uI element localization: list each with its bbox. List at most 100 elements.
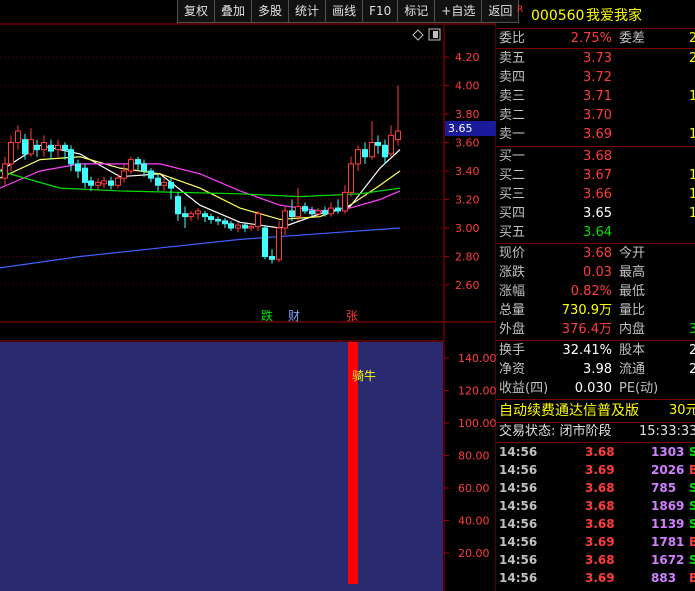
indicator-axis-label: 60.00 [458,482,490,495]
candle-body [208,216,214,220]
ask-price: 3.72 [583,70,612,85]
candle-body [295,206,301,218]
tick-row: 14:56 3.68 1869 S [499,497,695,515]
quote-label-2: 最低 [619,284,646,299]
quote-row: 涨跌 0.03 最高 [499,264,695,282]
tick-row: 14:56 3.68 1303 S [499,443,695,461]
candle-body [202,213,208,218]
ask-label: 卖五 [499,51,526,66]
candle-body [75,163,81,172]
stat-value-2: 2 [689,343,695,358]
toolbar-button-2[interactable]: 多股 [251,0,290,23]
price-axis-label: 2.80 [455,251,480,264]
price-axis-label: 3.40 [455,165,480,178]
candle-body [335,207,341,212]
quote-label-2: 今开 [619,246,646,261]
candle-body [15,130,21,144]
ratio-label: 委比 [499,31,526,46]
ask-row: 卖二 3.70 [499,107,695,125]
quote-row: 涨幅 0.82% 最低 [499,283,695,301]
bid-price: 3.65 [583,206,612,221]
tick-vol: 883 [651,571,677,585]
quote-label: 现价 [499,246,526,261]
candle-body [161,181,167,186]
bid-qty: 1 [689,168,695,183]
price-axis-label: 4.20 [455,51,480,64]
ratio-value: 2.75% [570,31,612,46]
candle-body [302,206,308,212]
toolbar-button-0[interactable]: 复权 [177,0,216,23]
candle-body [8,142,14,165]
tick-time: 14:56 [499,463,538,477]
kline-chart[interactable]: 4.20 4.00 3.80 3.60 3.40 3.20 3.00 2.80 2.60 140.… [0,0,496,591]
stat-label: 净资 [499,362,526,377]
toolbar-button-5[interactable]: F10 [362,0,399,23]
r-badge: R [517,5,524,15]
stat-label: 收益(四) [499,381,549,396]
ask-label: 卖四 [499,70,526,85]
event-marker[interactable]: 跌 [261,307,273,324]
indicator-panel [0,342,443,591]
candle-body [342,191,348,212]
candle-body [348,163,354,193]
tick-flag: B [689,535,695,549]
ask-price: 3.71 [583,89,612,104]
stat-value: 32.41% [562,343,612,358]
candle-body [262,227,268,257]
tick-time: 14:56 [499,553,538,567]
tick-row: 14:56 3.68 1139 S [499,515,695,533]
chart-toolbar: 复权 叠加 多股 统计 画线 F10 标记 +自选 返回 [177,0,520,24]
toolbar-button-1[interactable]: 叠加 [214,0,253,23]
price-axis-label: 3.20 [455,194,480,207]
bid-qty: 1 [689,187,695,202]
indicator-label: 骑牛 [352,369,377,383]
candle-body [195,210,201,215]
tick-time: 14:56 [499,481,538,495]
trade-status-row: 交易状态: 闭市阶段 15:33:33 [499,423,695,441]
tick-time: 14:56 [499,445,538,459]
toolbar-button-4[interactable]: 画线 [325,0,364,23]
candle-body [188,213,194,218]
candle-body [395,130,401,141]
candle-body [282,210,288,229]
candle-body [375,142,381,146]
event-marker[interactable]: 张 [346,307,358,324]
bid-qty: 1 [689,206,695,221]
candle-body [68,149,74,165]
stat-row: 收益(四) 0.030 PE(动) [499,380,695,398]
toolbar-button-3[interactable]: 统计 [288,0,327,23]
price-axis-label: 2.60 [455,279,480,292]
tick-vol: 1781 [651,535,685,549]
quote-value: 0.03 [583,265,612,280]
candle-body [222,220,228,225]
tick-price: 3.68 [585,553,615,567]
quote-label: 总量 [499,303,526,318]
toolbar-button-6[interactable]: 标记 [397,0,436,23]
quote-label-2: 量比 [619,303,646,318]
event-marker[interactable]: 财 [288,307,300,324]
candle-body [141,163,147,172]
ask-price: 3.70 [583,108,612,123]
quote-value: 3.68 [583,246,612,261]
tick-flag: S [689,445,695,459]
candle-body [148,170,154,179]
candle-body [235,224,241,229]
tick-time: 14:56 [499,499,538,513]
candle-body [55,144,61,151]
candle-body [315,210,321,215]
candle-body [175,196,181,215]
ask-price: 3.69 [583,127,612,142]
candle-body [215,218,221,222]
indicator-axis-label: 20.00 [458,547,490,560]
trade-status-time: 15:33:33 [639,424,695,439]
ask-label: 卖一 [499,127,526,142]
ad-price: 30元 [669,403,695,418]
quote-label-2: 内盘 [619,322,646,337]
tick-price: 3.69 [585,535,615,549]
tick-flag: B [689,463,695,477]
current-price-tag: 3.65 [445,121,496,136]
tick-time: 14:56 [499,535,538,549]
stat-value: 3.98 [583,362,612,377]
stat-label-2: PE(动) [619,381,659,396]
toolbar-button-7[interactable]: +自选 [434,0,483,23]
